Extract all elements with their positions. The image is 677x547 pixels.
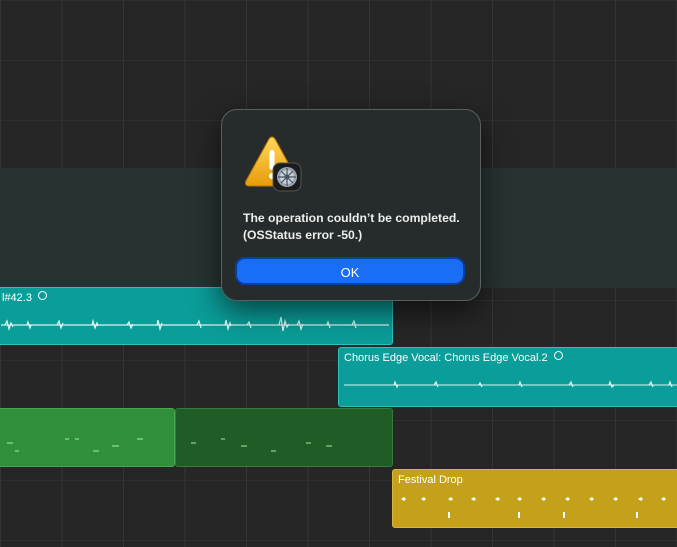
midi-notes [7, 438, 143, 452]
ok-button[interactable]: OK [235, 257, 465, 285]
midi-region-dark-green[interactable] [175, 408, 393, 467]
waveform [344, 380, 677, 389]
midi-region-green[interactable] [0, 408, 175, 467]
midi-notes [191, 438, 332, 452]
midi-notes [401, 497, 666, 518]
audio-region-chorus-edge-vocal-2[interactable]: Chorus Edge Vocal: Chorus Edge Vocal.2 [338, 347, 677, 407]
logic-app-icon [272, 162, 302, 192]
alert-dialog: The operation couldn’t be completed. (OS… [221, 109, 481, 301]
midi-region-festival-drop[interactable]: Festival Drop [392, 469, 677, 528]
alert-message: The operation couldn’t be completed. (OS… [243, 211, 460, 242]
alert-icon-group [243, 135, 303, 192]
